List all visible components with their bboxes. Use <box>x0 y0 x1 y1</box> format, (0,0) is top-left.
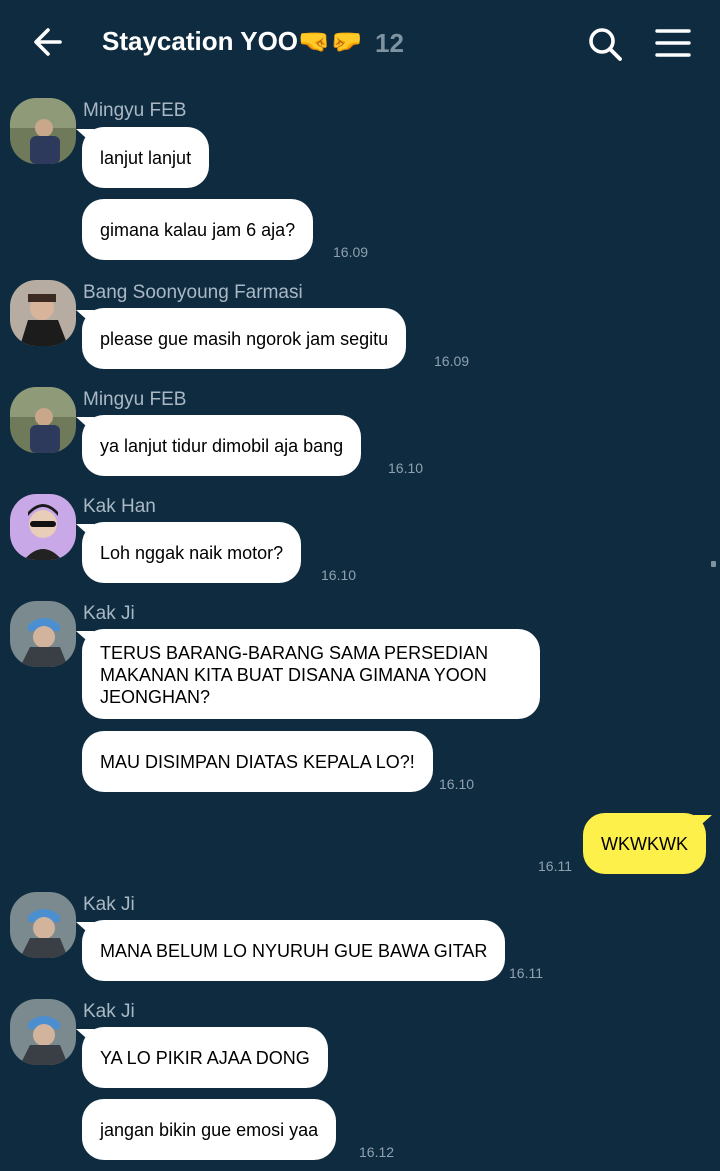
sender-name: Kak Ji <box>83 894 135 915</box>
message-timestamp: 16.10 <box>439 776 475 792</box>
fist-bump-emoji: 🤜🤛 <box>298 26 363 56</box>
message-timestamp: 16.11 <box>509 965 543 981</box>
sender-name: Kak Han <box>83 496 156 517</box>
message-timestamp: 16.12 <box>359 1144 395 1160</box>
sender-name: Bang Soonyoung Farmasi <box>83 282 303 303</box>
message-timestamp: 16.10 <box>388 460 424 476</box>
scroll-indicator <box>711 561 716 567</box>
message-bubble[interactable]: Loh nggak naik motor? <box>82 522 302 583</box>
sender-name: Kak Ji <box>83 603 135 624</box>
message-timestamp: 16.11 <box>538 858 572 874</box>
avatar-kak-ji[interactable] <box>10 601 76 667</box>
back-button[interactable] <box>30 24 70 60</box>
avatar-mingyu[interactable] <box>10 387 76 453</box>
avatar-mingyu[interactable] <box>10 98 76 164</box>
message-bubble[interactable]: ya lanjut tidur dimobil aja bang <box>82 415 362 476</box>
sender-name: Kak Ji <box>83 1001 135 1022</box>
sender-name: Mingyu FEB <box>83 100 187 121</box>
message-bubble[interactable]: TERUS BARANG-BARANG SAMA PERSEDIAN MAKAN… <box>82 629 540 719</box>
message-bubble[interactable]: YA LO PIKIR AJAA DONG <box>82 1027 328 1088</box>
member-count: 12 <box>375 28 404 58</box>
chat-header: Staycation YOO🤜🤛 12 <box>0 0 720 86</box>
avatar-kak-han[interactable] <box>10 494 76 560</box>
message-bubble[interactable]: MAU DISIMPAN DIATAS KEPALA LO?! <box>82 731 433 792</box>
message-bubble[interactable]: please gue masih ngorok jam segitu <box>82 308 407 369</box>
avatar-kak-ji[interactable] <box>10 999 76 1065</box>
message-bubble[interactable]: gimana kalau jam 6 aja? <box>82 199 314 260</box>
message-timestamp: 16.09 <box>434 353 470 369</box>
search-icon <box>589 28 622 61</box>
arrow-left-icon <box>34 28 62 56</box>
message-bubble[interactable]: MANA BELUM LO NYURUH GUE BAWA GITAR <box>82 920 506 981</box>
hamburger-menu-icon <box>655 29 691 57</box>
avatar-kak-ji[interactable] <box>10 892 76 958</box>
search-button[interactable] <box>585 24 625 64</box>
message-timestamp: 16.10 <box>321 567 357 583</box>
message-bubble[interactable]: jangan bikin gue emosi yaa <box>82 1099 337 1160</box>
chat-title: Staycation YOO🤜🤛 <box>102 26 363 56</box>
avatar-soonyoung[interactable] <box>10 280 76 346</box>
message-timestamp: 16.09 <box>333 244 369 260</box>
sender-name: Mingyu FEB <box>83 389 187 410</box>
message-bubble[interactable]: lanjut lanjut <box>82 127 210 188</box>
menu-button[interactable] <box>654 26 692 60</box>
my-message-bubble[interactable]: WKWKWK <box>583 813 706 874</box>
